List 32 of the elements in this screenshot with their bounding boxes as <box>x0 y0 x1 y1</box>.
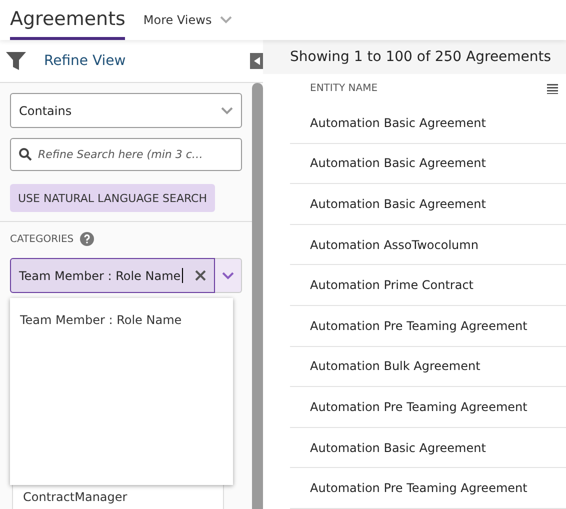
dropdown-option[interactable]: Team Member : Role Name <box>20 313 223 327</box>
chevron-down-icon <box>222 272 234 280</box>
table-cell[interactable]: Automation AssoTwocolumn <box>310 238 478 252</box>
clear-icon[interactable] <box>195 270 206 281</box>
help-icon[interactable] <box>80 232 94 246</box>
table-cell[interactable]: Automation Pre Teaming Agreement <box>310 318 528 333</box>
view-tab[interactable]: More Views <box>143 0 232 40</box>
column-header[interactable]: ENTITY NAME <box>310 83 378 94</box>
table-cell[interactable]: Automation Pre Teaming Agreement <box>310 481 528 496</box>
table-cell[interactable]: Automation Basic Agreement <box>310 440 486 455</box>
chevron-down-icon <box>220 16 232 24</box>
refine-view-title: Refine View <box>44 53 127 69</box>
table-cell[interactable]: Automation Pre Teaming Agreement <box>310 400 528 414</box>
search-icon <box>19 148 32 161</box>
table-cell[interactable]: Automation Prime Contract <box>310 278 474 292</box>
chevron-down-icon <box>221 106 233 114</box>
scrollbar[interactable] <box>252 83 263 509</box>
dropdown-toggle[interactable] <box>215 258 242 293</box>
category-input[interactable]: Team Member : Role Name <box>10 258 215 293</box>
table-cell[interactable]: Automation Basic Agreement <box>310 197 486 212</box>
table-cell[interactable]: Automation Basic Agreement <box>310 156 486 170</box>
categories-label: CATEGORIES <box>10 234 74 244</box>
table-cell[interactable]: Automation Basic Agreement <box>310 116 486 130</box>
natural-language-search-button[interactable]: USE NATURAL LANGUAGE SEARCH <box>10 184 216 212</box>
collapse-icon[interactable] <box>250 53 263 69</box>
list-item[interactable]: ContractManager <box>23 490 213 504</box>
menu-icon[interactable] <box>547 84 558 94</box>
table-cell[interactable]: Automation Bulk Agreement <box>310 359 480 374</box>
search-field[interactable]: Refine Search here (min 3 c… <box>10 138 242 171</box>
operator-select[interactable]: Contains <box>10 93 242 128</box>
filter-icon[interactable] <box>6 52 26 70</box>
results-summary: Showing 1 to 100 of 250 Agreements <box>263 40 566 74</box>
